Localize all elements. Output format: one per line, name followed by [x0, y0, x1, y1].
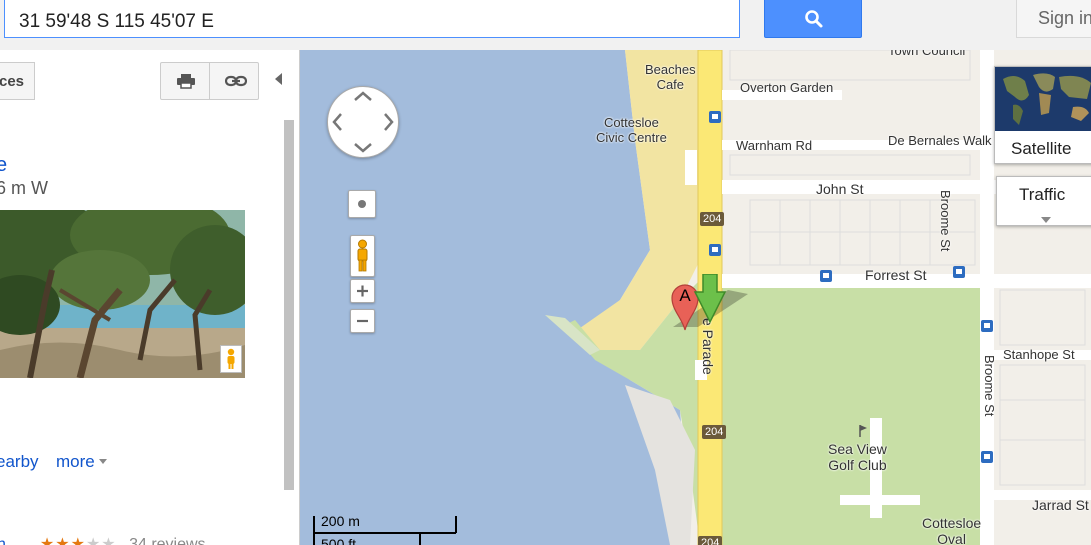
pan-control[interactable] [327, 86, 399, 158]
place-distance: 6 m W [0, 178, 48, 198]
link-icon [225, 75, 247, 87]
pegman-icon [357, 239, 368, 272]
bus-stop-icon[interactable] [819, 269, 833, 283]
printer-icon [177, 74, 195, 89]
location-dot-icon [358, 200, 366, 208]
marker-green-arrow[interactable] [693, 273, 727, 324]
satellite-label: Satellite [1011, 139, 1072, 158]
map-label-beaches-cafe-line1: Beaches [645, 62, 696, 77]
map-label-town-council[interactable]: Town Council [888, 50, 965, 58]
map-label-jarrad-st: Jarrad St [1032, 497, 1089, 513]
zoom-in-button[interactable] [350, 279, 375, 303]
bus-stop-icon[interactable] [708, 110, 722, 124]
link-button[interactable] [209, 62, 259, 100]
chevron-down-icon [1041, 217, 1051, 223]
map-label-oval-line2: Oval [937, 531, 966, 545]
map-label-beaches-cafe-line2: Cafe [656, 77, 685, 92]
search-nearby-link[interactable]: earby [0, 452, 39, 472]
scale-bar: 200 m 500 ft [313, 513, 458, 545]
map-label-civic-line1: Cottesloe [603, 115, 659, 130]
route-shield-204-south: 204 [702, 425, 727, 439]
route-shield-204: 204 [700, 212, 725, 226]
map-label-warnham-rd: Warnham Rd [736, 138, 813, 153]
search-input[interactable] [4, 0, 740, 38]
route-shield-204-bottom: 204 [698, 536, 723, 545]
bus-stop-icon[interactable] [952, 265, 966, 279]
place-title[interactable]: e [0, 154, 7, 177]
sign-in-button[interactable]: Sign in [1016, 0, 1091, 38]
map-label-cottesloe-oval[interactable]: Cottesloe Oval [922, 515, 981, 545]
map-label-civic-line2: Civic Centre [596, 130, 667, 145]
reset-view-button[interactable] [348, 190, 376, 218]
map-label-overton-garden[interactable]: Overton Garden [740, 80, 833, 95]
map-label-de-bernales-walk: De Bernales Walk [888, 133, 992, 148]
map-label-sea-view-golf-club[interactable]: Sea View Golf Club [828, 441, 887, 473]
street-view-button[interactable] [220, 345, 242, 373]
left-panel: ces e 6 m W [0, 50, 300, 545]
pegman-button[interactable] [350, 235, 375, 277]
map-label-beaches-cafe[interactable]: Beaches Cafe [645, 62, 696, 92]
map-label-forrest-st: Forrest St [865, 267, 927, 283]
bus-stop-icon[interactable] [708, 243, 722, 257]
pan-arrows-icon [332, 91, 394, 153]
rating-stars-empty-icon: ★★ [85, 536, 117, 545]
print-button[interactable] [160, 62, 210, 100]
traffic-label: Traffic [1019, 185, 1066, 204]
map-label-john-st: John St [816, 181, 864, 197]
scale-metric: 200 m [321, 513, 360, 529]
more-link-label: more [56, 452, 95, 471]
zoom-out-button[interactable] [350, 309, 375, 333]
traffic-layer-button[interactable]: Traffic [996, 176, 1091, 226]
map-label-broome-st-north: Broome St [938, 190, 953, 252]
satellite-layer-button[interactable]: Satellite [994, 66, 1091, 164]
street-view-photo [0, 210, 245, 378]
map-label-sea-view-line2: Golf Club [828, 457, 887, 473]
bus-stop-icon[interactable] [980, 450, 994, 464]
golf-icon [859, 425, 867, 437]
search-icon [805, 10, 823, 28]
top-bar: Sign in [0, 0, 1091, 50]
pegman-icon [227, 348, 235, 369]
places-button[interactable]: ces [0, 62, 35, 100]
collapse-panel-icon[interactable] [275, 73, 282, 85]
chevron-down-icon [98, 459, 107, 464]
bus-stop-icon[interactable] [980, 319, 994, 333]
map-label-sea-view-line1: Sea View [828, 441, 887, 457]
map-canvas[interactable]: Beaches Cafe Town Council Overton Garden … [300, 50, 1091, 545]
map-label-cottesloe-civic-centre[interactable]: Cottesloe Civic Centre [596, 115, 667, 145]
more-link[interactable]: more [56, 452, 107, 472]
review-count[interactable]: 34 reviews [129, 536, 205, 545]
review-row: h ★★★★★ 34 reviews [0, 534, 206, 545]
review-name: h [0, 536, 6, 545]
map-label-broome-st-south: Broome St [982, 355, 997, 417]
map-label-oval-line1: Cottesloe [922, 515, 982, 531]
map-label-stanhope-st: Stanhope St [1003, 347, 1075, 362]
panel-scrollbar[interactable] [284, 120, 294, 490]
map-arrow-green-icon [693, 273, 727, 324]
minus-icon [357, 319, 368, 323]
rating-stars-icon: ★★★ [39, 536, 86, 545]
place-photo[interactable] [0, 210, 245, 378]
scale-imperial: 500 ft [321, 536, 357, 545]
plus-icon [357, 285, 368, 297]
satellite-thumbnail [995, 67, 1091, 131]
search-button[interactable] [764, 0, 862, 38]
